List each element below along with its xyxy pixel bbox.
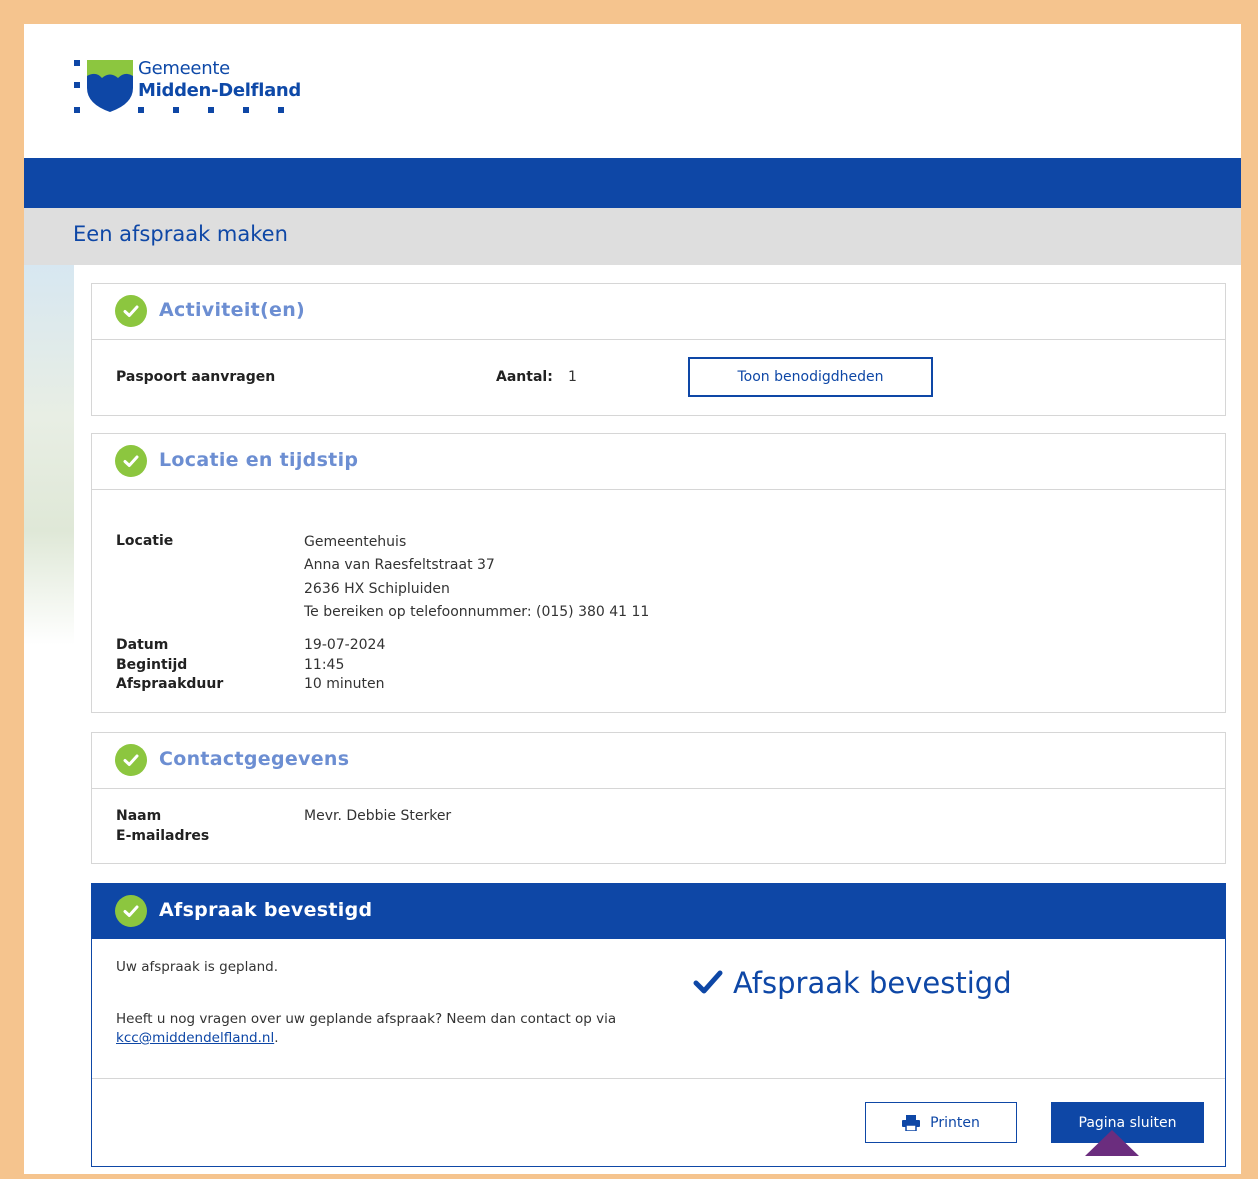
page-frame: Gemeente Midden-Delfland Een afspraak ma… (24, 24, 1241, 1174)
count-value: 1 (568, 369, 577, 385)
count-label: Aantal: (496, 369, 553, 385)
page-title: Een afspraak maken (73, 222, 288, 246)
print-button[interactable]: Printen (865, 1102, 1017, 1143)
duration-label: Afspraakduur (116, 676, 224, 692)
confirmation-card: Afspraak bevestigd Uw afspraak is geplan… (91, 883, 1226, 1167)
contact-email-link[interactable]: kcc@middendelfland.nl (116, 1030, 274, 1046)
location-line: Te bereiken op telefoonnummer: (015) 380… (304, 604, 650, 620)
check-circle-icon (115, 744, 147, 776)
activities-header: Activiteit(en) (92, 284, 1225, 340)
contact-header: Contactgegevens (92, 733, 1225, 789)
location-line: 2636 HX Schipluiden (304, 581, 450, 597)
activities-card: Activiteit(en) Paspoort aanvragen Aantal… (91, 283, 1226, 416)
planned-text: Uw afspraak is gepland. (116, 959, 279, 975)
top-nav-bar (24, 158, 1241, 208)
check-circle-icon (115, 895, 147, 927)
location-line: Anna van Raesfeltstraat 37 (304, 557, 495, 573)
activity-name: Paspoort aanvragen (116, 369, 276, 385)
location-label: Locatie (116, 533, 174, 549)
date-label: Datum (116, 637, 169, 653)
email-label: E-mailadres (116, 828, 210, 844)
location-header: Locatie en tijdstip (92, 434, 1225, 490)
logo-line-2: Midden-Delfland (138, 80, 302, 101)
confirmation-banner-text: Afspraak bevestigd (733, 966, 1012, 1000)
location-line: Gemeentehuis (304, 534, 407, 550)
checkmark-icon (693, 970, 723, 994)
municipality-logo[interactable]: Gemeente Midden-Delfland (72, 58, 312, 128)
check-circle-icon (115, 445, 147, 477)
start-time-value: 11:45 (304, 657, 345, 673)
date-value: 19-07-2024 (304, 637, 386, 653)
location-title: Locatie en tijdstip (159, 449, 359, 471)
location-card: Locatie en tijdstip Locatie Gemeentehuis… (91, 433, 1226, 713)
confirmation-title: Afspraak bevestigd (159, 899, 373, 921)
print-button-label: Printen (930, 1114, 980, 1131)
check-circle-icon (115, 295, 147, 327)
question-text: Heeft u nog vragen over uw geplande afsp… (116, 1011, 617, 1027)
contact-card: Contactgegevens Naam Mevr. Debbie Sterke… (91, 732, 1226, 864)
name-value: Mevr. Debbie Sterker (304, 808, 452, 824)
duration-value: 10 minuten (304, 676, 385, 692)
contact-email-line: kcc@middendelfland.nl. (116, 1030, 279, 1046)
show-requirements-button[interactable]: Toon benodigdheden (688, 357, 933, 397)
scroll-top-arrow-icon[interactable] (1085, 1130, 1139, 1156)
start-time-label: Begintijd (116, 657, 188, 673)
divider (92, 1078, 1225, 1079)
activities-title: Activiteit(en) (159, 299, 306, 321)
confirmation-banner: Afspraak bevestigd (693, 966, 1012, 1000)
logo-line-1: Gemeente (138, 58, 230, 79)
period: . (274, 1030, 279, 1046)
contact-title: Contactgegevens (159, 748, 350, 770)
decorative-grass-image (24, 265, 74, 645)
printer-icon (902, 1114, 921, 1131)
name-label: Naam (116, 808, 162, 824)
confirmation-header: Afspraak bevestigd (92, 884, 1225, 939)
